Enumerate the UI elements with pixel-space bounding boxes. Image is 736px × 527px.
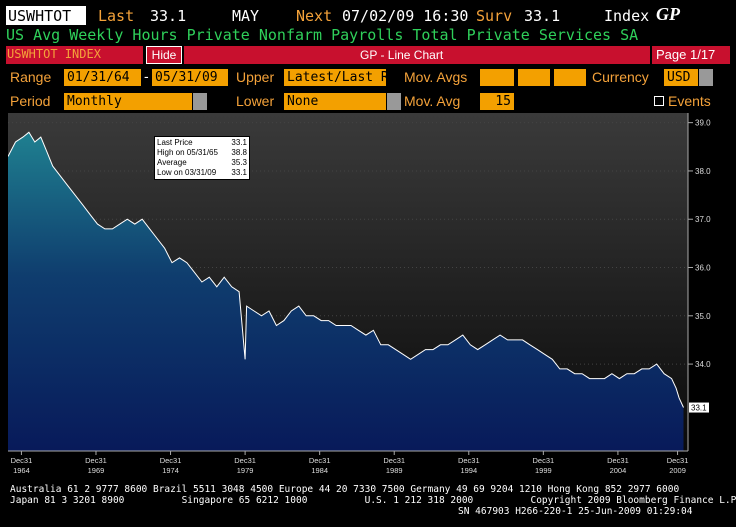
x-tick-label-bottom: 2009 (669, 466, 686, 475)
y-tick-label: 36.0 (695, 264, 711, 273)
next-value: 07/02/09 16:30 (342, 7, 469, 25)
footer-contacts-2: Japan 81 3 3201 8900 Singapore 65 6212 1… (10, 495, 736, 506)
period-dropdown[interactable] (193, 93, 207, 110)
x-tick-label-top: Dec31 (11, 456, 33, 465)
range-end-input[interactable]: 05/31/09 (152, 69, 228, 86)
y-tick-label: 35.0 (695, 312, 711, 321)
legend-box: Last Price 33.1 High on 05/31/65 38.8 Aver… (154, 136, 250, 180)
x-axis: Dec311964Dec311969Dec311974Dec311979Dec3… (8, 450, 689, 475)
mov-avg-value: 15 (495, 94, 511, 109)
currency-label: Currency (592, 69, 649, 85)
last-value: 33.1 (150, 7, 187, 25)
range-start-input[interactable]: 01/31/64 (64, 69, 141, 86)
x-tick-label-bottom: 1984 (311, 466, 328, 475)
legend-value: 38.8 (231, 148, 247, 157)
x-tick-label-top: Dec31 (667, 456, 689, 465)
chart-title: GP - Line Chart (360, 48, 444, 62)
x-tick-label-top: Dec31 (458, 456, 480, 465)
legend-value: 33.1 (231, 168, 247, 177)
y-tick-label: 34.0 (695, 360, 711, 369)
month: MAY (232, 7, 260, 25)
events-label: Events (668, 93, 711, 109)
currency-select[interactable]: USD (664, 69, 698, 86)
chart-svg: 39.038.037.036.035.034.033.1 Dec311964De… (7, 113, 711, 475)
range-label: Range (10, 69, 52, 85)
lower-label: Lower (236, 93, 275, 109)
next-label: Next (296, 7, 333, 25)
mov-avg-input-2[interactable] (518, 69, 550, 86)
x-tick-label-top: Dec31 (607, 456, 629, 465)
x-tick-label-bottom: 1989 (386, 466, 403, 475)
x-tick-label-bottom: 1974 (162, 466, 179, 475)
x-tick-label-top: Dec31 (234, 456, 256, 465)
legend-row: Average 35.3 (157, 158, 247, 168)
currency-dropdown[interactable] (699, 69, 713, 86)
x-tick-label-bottom: 2004 (610, 466, 627, 475)
hide-button-label: Hide (151, 48, 177, 62)
y-tick-label: 39.0 (695, 119, 711, 128)
legend-label: High on 05/31/65 (157, 148, 218, 157)
range-separator: - (144, 68, 149, 84)
x-tick-label-bottom: 1964 (13, 466, 30, 475)
y-tick-label: 38.0 (695, 167, 711, 176)
upper-select[interactable]: Latest/Last Re (284, 69, 386, 86)
x-tick-label-top: Dec31 (383, 456, 405, 465)
period-label: Period (10, 93, 51, 109)
gp-logo: GP (656, 4, 680, 24)
legend-value: 35.3 (231, 158, 247, 167)
index-label: Index (604, 7, 650, 25)
legend-label: Low on 03/31/09 (157, 168, 217, 177)
surv-label: Surv (476, 7, 513, 25)
hide-button[interactable]: Hide (146, 46, 182, 64)
mov-avg-input-1[interactable] (480, 69, 514, 86)
page-indicator[interactable]: Page 1/17 (656, 47, 715, 62)
upper-label: Upper (236, 69, 275, 85)
last-label: Last (98, 7, 135, 25)
legend-row: Last Price 33.1 (157, 138, 247, 148)
mov-avg-input-3[interactable] (554, 69, 586, 86)
last-price-label: 33.1 (691, 404, 707, 413)
ticker: USWHTOT (8, 7, 72, 25)
x-tick-label-bottom: 1969 (88, 466, 105, 475)
x-tick-label-top: Dec31 (160, 456, 182, 465)
security-field[interactable]: USWHTOT INDEX (7, 47, 101, 61)
period-select[interactable]: Monthly (64, 93, 192, 110)
legend-label: Average (157, 158, 187, 167)
x-tick-label-top: Dec31 (533, 456, 555, 465)
footer-contacts-1: Australia 61 2 9777 8600 Brazil 5511 304… (10, 484, 680, 495)
lower-select[interactable]: None (284, 93, 386, 110)
x-tick-label-top: Dec31 (309, 456, 331, 465)
legend-row: Low on 03/31/09 33.1 (157, 168, 247, 178)
mov-avgs-label: Mov. Avgs (404, 69, 468, 85)
y-tick-label: 37.0 (695, 215, 711, 224)
legend-label: Last Price (157, 138, 193, 147)
x-tick-label-bottom: 1994 (460, 466, 477, 475)
x-tick-label-top: Dec31 (85, 456, 107, 465)
x-tick-label-bottom: 1979 (237, 466, 254, 475)
footer-serial: SN 467903 H266-220-1 25-Jun-2009 01:29:0… (458, 506, 693, 517)
line-chart[interactable]: 39.0 38.0 37.0 36.0 35.0 34.0 33.1 Dec31 1964 De… (7, 113, 728, 482)
legend-row: High on 05/31/65 38.8 (157, 148, 247, 158)
surv-value: 33.1 (524, 7, 561, 25)
lower-dropdown[interactable] (387, 93, 401, 110)
security-description: US Avg Weekly Hours Private Nonfarm Payr… (6, 26, 639, 44)
x-tick-label-bottom: 1999 (535, 466, 552, 475)
mov-avg-label: Mov. Avg (404, 93, 461, 109)
y-axis: 39.0 38.0 37.0 36.0 35.0 34.0 33.1 (687, 113, 711, 451)
events-checkbox[interactable] (654, 96, 664, 106)
mov-avg-input[interactable]: 15 (480, 93, 514, 110)
legend-value: 33.1 (231, 138, 247, 147)
